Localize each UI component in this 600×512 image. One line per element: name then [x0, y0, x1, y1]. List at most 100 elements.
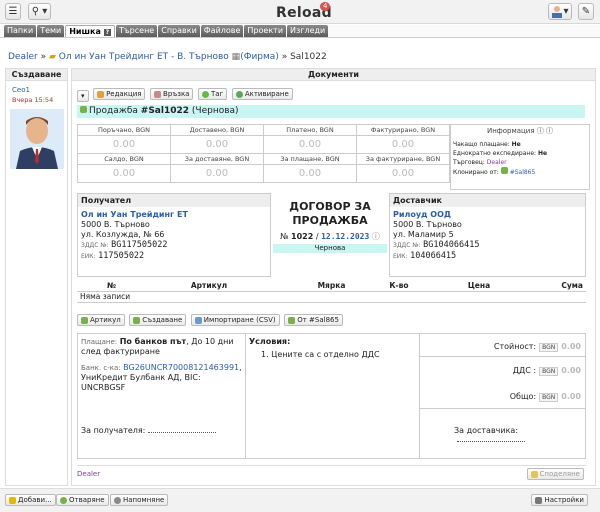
breadcrumb-company[interactable]: Ол ин Уан Трейдинг ЕТ - В. Търново [59, 52, 229, 62]
conditions-block: Условия: 1. Цените са с отделно ДДС [246, 334, 420, 458]
dealer-link[interactable]: Dealer [487, 159, 507, 166]
info-icon[interactable]: ⓘ [372, 232, 380, 241]
doc-title-bar: Продажба #Sal1022 (Чернова) [77, 105, 585, 118]
tab-folders[interactable]: Папки [4, 25, 37, 37]
activate-button[interactable]: Активиране [231, 88, 293, 100]
tab-views[interactable]: Изгледи [287, 25, 329, 37]
create-button[interactable]: Създаване [129, 314, 187, 326]
summary-value: 0.00 [170, 164, 264, 183]
summary-value: 0.00 [77, 135, 171, 154]
seller-address: 5000 В. Търново [393, 220, 462, 229]
tab-files[interactable]: Файлове [200, 25, 244, 37]
share-button[interactable]: Споделяне [526, 468, 584, 480]
payment-label: Плащане: [81, 338, 118, 346]
eik-label: ЕИК: [393, 253, 408, 260]
eik-label: ЕИК: [81, 253, 96, 260]
help-icon[interactable]: ? [103, 29, 112, 36]
tab-thread[interactable]: Нишка ? [65, 25, 116, 37]
search-icon[interactable]: ⚲ ▾ [28, 3, 51, 20]
info-label: Чакащо плащане: [453, 141, 510, 148]
breadcrumb-doc: Sal1022 [290, 52, 327, 62]
sale-icon [500, 167, 508, 174]
open-label: Отваряне [69, 496, 105, 504]
pin-icon[interactable]: ✎ [578, 3, 594, 20]
currency-badge: BGN [539, 367, 559, 376]
breadcrumb-root[interactable]: Dealer [8, 52, 38, 62]
create-label: Създаване [142, 316, 183, 324]
tag-icon [202, 90, 210, 98]
link-button[interactable]: Връзка [150, 88, 194, 100]
total-value-row: Стойност: BGN 0.00 [494, 342, 581, 352]
total-amount: 0.00 [561, 392, 581, 401]
bottom-toolbar: Добави... Отваряне Напомняне Настройки [0, 488, 600, 512]
summary-value: 0.00 [263, 164, 357, 183]
user-avatar-menu[interactable]: ▾ [548, 3, 572, 20]
import-csv-button[interactable]: Импортиране (CSV) [190, 314, 280, 326]
breadcrumb-sep: » [40, 52, 47, 62]
summary-label: За фактуриране, BGN [356, 153, 450, 165]
menu-icon[interactable]: ☰ [5, 3, 21, 20]
contract-date: 12.12.2023 [321, 232, 370, 241]
add-label: Добави... [18, 496, 52, 504]
open-button[interactable]: Отваряне [56, 494, 109, 506]
seller-name-link[interactable]: Рилоуд ООД [393, 210, 451, 219]
add-article-button[interactable]: Артикул [77, 314, 125, 326]
collapse-button[interactable]: ▾ [77, 89, 89, 102]
from-sal865-button[interactable]: От #Sal865 [284, 314, 343, 326]
edit-button[interactable]: Редакция [93, 88, 146, 100]
settings-button[interactable]: Настройки [531, 494, 588, 506]
creator-link[interactable]: Ceo1 [12, 86, 61, 94]
share-label: Споделяне [539, 470, 580, 478]
info-label: Клонирано от: [453, 169, 499, 176]
bank-label: Банк. с-ка: [81, 364, 121, 372]
col-unit: Мярка [299, 280, 364, 292]
tag-button[interactable]: Таг [198, 88, 228, 100]
documents-panel: Документи ▾ Редакция Връзка Таг Активира… [71, 68, 596, 486]
summary-table: Поръчано, BGN Доставено, BGN Платено, BG… [77, 124, 450, 183]
sale-icon [288, 316, 296, 324]
activate-label: Активиране [244, 90, 289, 98]
seller-street: ул. Маламир 5 [393, 230, 454, 239]
doc-toolbar: ▾ Редакция Връзка Таг Активиране [77, 88, 295, 102]
summary-value: 0.00 [170, 135, 264, 154]
summary-value: 0.00 [356, 164, 450, 183]
import-csv-label: Импортиране (CSV) [203, 316, 276, 324]
created-time: Вчера 15:54 [12, 96, 54, 104]
tab-reports[interactable]: Справки [158, 25, 200, 37]
star-icon [9, 496, 16, 504]
items-table: № Артикул Мярка К-во Цена Сума Няма запи… [77, 280, 586, 303]
check-icon [235, 90, 243, 98]
buyer-name-link[interactable]: Ол ин Уан Трейдинг ЕТ [81, 210, 188, 219]
buyer-vat: BG117505022 [111, 240, 168, 250]
seller-header: Доставчик [390, 194, 585, 207]
col-number: № [77, 280, 119, 292]
table-row: Няма записи [77, 291, 586, 303]
doc-owner-link[interactable]: Dealer [77, 470, 100, 478]
remind-button[interactable]: Напомняне [110, 494, 169, 506]
info-label: Еднократно експедиране: [453, 150, 537, 157]
value-label: Стойност: [493, 342, 537, 351]
info-icon[interactable]: ⓘ ⓘ [537, 127, 553, 135]
cloned-from-link[interactable]: #Sal865 [510, 169, 536, 176]
col-article: Артикул [119, 280, 299, 292]
summary-label: За доставяне, BGN [170, 153, 264, 165]
summary-label: Фактурирано, BGN [356, 124, 450, 136]
link-label: Връзка [163, 90, 190, 98]
tab-projects[interactable]: Проекти [244, 25, 287, 37]
contract-number-line: № 1022 / 12.12.2023 ⓘ [271, 231, 389, 242]
summary-value: 0.00 [356, 135, 450, 154]
tab-topics[interactable]: Теми [37, 25, 65, 37]
signature-line [457, 441, 525, 442]
info-title: Информация [486, 127, 535, 135]
seller-signature-label: За доставчика: [454, 426, 519, 435]
breadcrumb-firm[interactable]: (Фирма) [240, 52, 279, 62]
seller-block: Доставчик Рилоуд ООД 5000 В. Търново ул.… [389, 193, 586, 277]
remind-label: Напомняне [123, 496, 165, 504]
add-button[interactable]: Добави... [5, 494, 56, 506]
tab-search[interactable]: Търсене [116, 25, 158, 37]
iban-link[interactable]: BG26UNCR70008121463991 [123, 363, 239, 372]
number-label: № [280, 232, 289, 241]
breadcrumb: Dealer » ▰ Ол ин Уан Трейдинг ЕТ - В. Тъ… [8, 52, 327, 62]
contract-header: ДОГОВОР ЗА ПРОДАЖБА № 1022 / 12.12.2023 … [271, 193, 389, 277]
buyer-address: 5000 В. Търново [81, 220, 150, 229]
